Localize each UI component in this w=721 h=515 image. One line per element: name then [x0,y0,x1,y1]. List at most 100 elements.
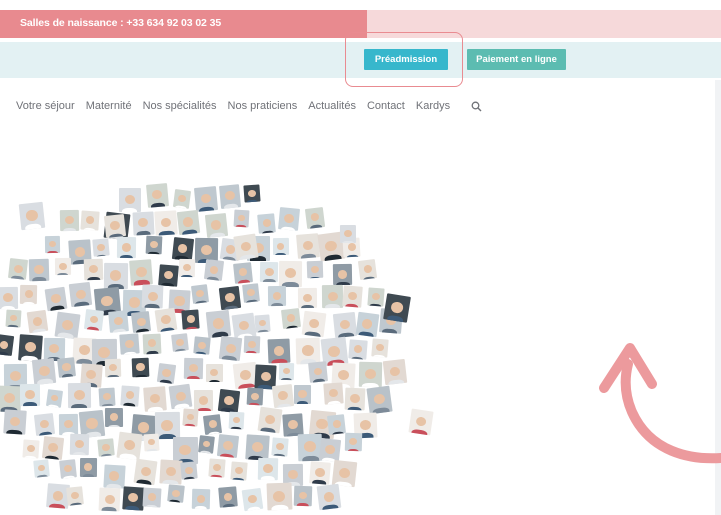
practitioner-photo [322,284,344,309]
practitioner-photo [31,357,57,385]
practitioner-photo [183,358,204,380]
practitioner-photo [333,264,353,287]
practitioner-photo [91,238,110,258]
practitioner-photo [98,387,116,407]
practitioner-photo [197,435,215,454]
practitioner-photo [103,463,126,489]
practitioner-photo [176,209,201,235]
practitioner-photo [18,334,44,362]
practitioner-photo [178,259,196,278]
practitioner-photo [142,386,167,412]
practitioner-photo [245,433,270,461]
practitioner-photo [339,224,357,243]
practitioner-photo [370,338,389,358]
nav-votre-sejour[interactable]: Votre séjour [16,100,75,112]
practitioner-photo [272,384,295,409]
practitioner-photo [216,433,240,458]
practitioner-photo [257,406,283,434]
practitioner-photo [243,184,261,204]
practitioner-photo [20,284,38,305]
birth-rooms-banner: Salles de naissance : +33 634 92 03 02 3… [0,10,367,38]
practitioner-photo [180,460,198,480]
practitioner-photo [230,460,249,481]
nav-maternite[interactable]: Maternité [86,100,132,112]
curved-arrow-icon [599,343,721,464]
practitioner-photo [219,183,242,209]
nav-nos-praticiens[interactable]: Nos praticiens [228,100,298,112]
practitioner-photo [103,213,127,239]
practitioner-photo [191,283,210,304]
practitioner-photo [267,285,286,306]
practitioner-photo [308,361,328,383]
online-payment-button[interactable]: Paiement en ligne [467,49,566,70]
practitioner-photo [193,185,218,212]
nav-nos-specialites[interactable]: Nos spécialités [143,100,217,112]
practitioner-photo [130,311,152,334]
practitioner-photo [83,258,104,280]
practitioner-photo [293,385,311,405]
practitioner-photo [158,459,183,486]
nav-actualites[interactable]: Actualités [308,100,356,112]
practitioner-photo [98,487,121,512]
practitioner-photo [208,458,226,478]
practitioner-photo [193,335,211,355]
practitioner-photo [3,409,27,435]
practitioner-photo [218,335,243,362]
practitioner-photo [219,285,242,311]
practitioner-photo [182,407,199,426]
practitioner-photo [22,439,40,458]
practitioner-photo [28,258,49,282]
practitioner-photo [308,461,331,485]
practitioner-photo [408,408,434,436]
practitioner-photo [273,237,289,256]
nav-contact[interactable]: Contact [367,100,405,112]
practitioner-photo [246,387,263,406]
practitioner-photo [277,207,300,232]
practitioner-photo [122,486,145,511]
practitioner-photo [205,213,229,239]
preadmission-highlight-box [345,32,463,87]
practitioner-photo [67,382,91,409]
practitioner-photo [20,384,41,407]
practitioner-photo [44,337,66,361]
practitioner-photo [191,488,211,509]
practitioner-photo [156,363,176,385]
practitioner-photo [117,237,137,259]
practitioner-photo [332,311,358,338]
practitioner-photo [118,333,139,356]
practitioner-photo [233,233,259,261]
practitioner-photo [206,309,233,338]
practitioner-photo [118,188,141,213]
practitioner-photo [97,437,115,457]
practitioner-photo [58,413,79,435]
nav-kardys[interactable]: Kardys [416,100,450,112]
practitioner-photo [55,258,72,276]
practitioner-photo [68,281,93,308]
practitioner-photo [193,389,214,412]
practitioner-photo [145,183,169,208]
practitioner-photo [103,262,128,290]
practitioner-photo [205,364,223,383]
practitioner-photo [0,333,15,356]
practitioner-photo [217,486,238,508]
practitioner-photo [7,258,29,281]
practitioner-photo [143,433,160,452]
practitioner-photo [142,487,162,508]
practitioner-photo [366,385,393,415]
practitioner-photo [59,210,80,232]
search-icon[interactable] [471,100,482,112]
practitioner-photo [141,284,164,309]
practitioner-photo [132,211,155,236]
practitioner-photo [56,357,76,378]
practitioner-photo [344,387,366,411]
practitioner-photo [278,260,303,287]
practitioner-photo [33,413,56,437]
practitioner-photo [382,358,408,386]
practitioner-photo [0,385,23,412]
practitioner-photo [323,382,344,405]
practitioner-photo [170,333,189,353]
practitioner-photo [166,484,185,504]
practitioner-photo [254,314,271,333]
practitioner-photo [271,437,290,458]
practitioner-photo [256,213,276,234]
